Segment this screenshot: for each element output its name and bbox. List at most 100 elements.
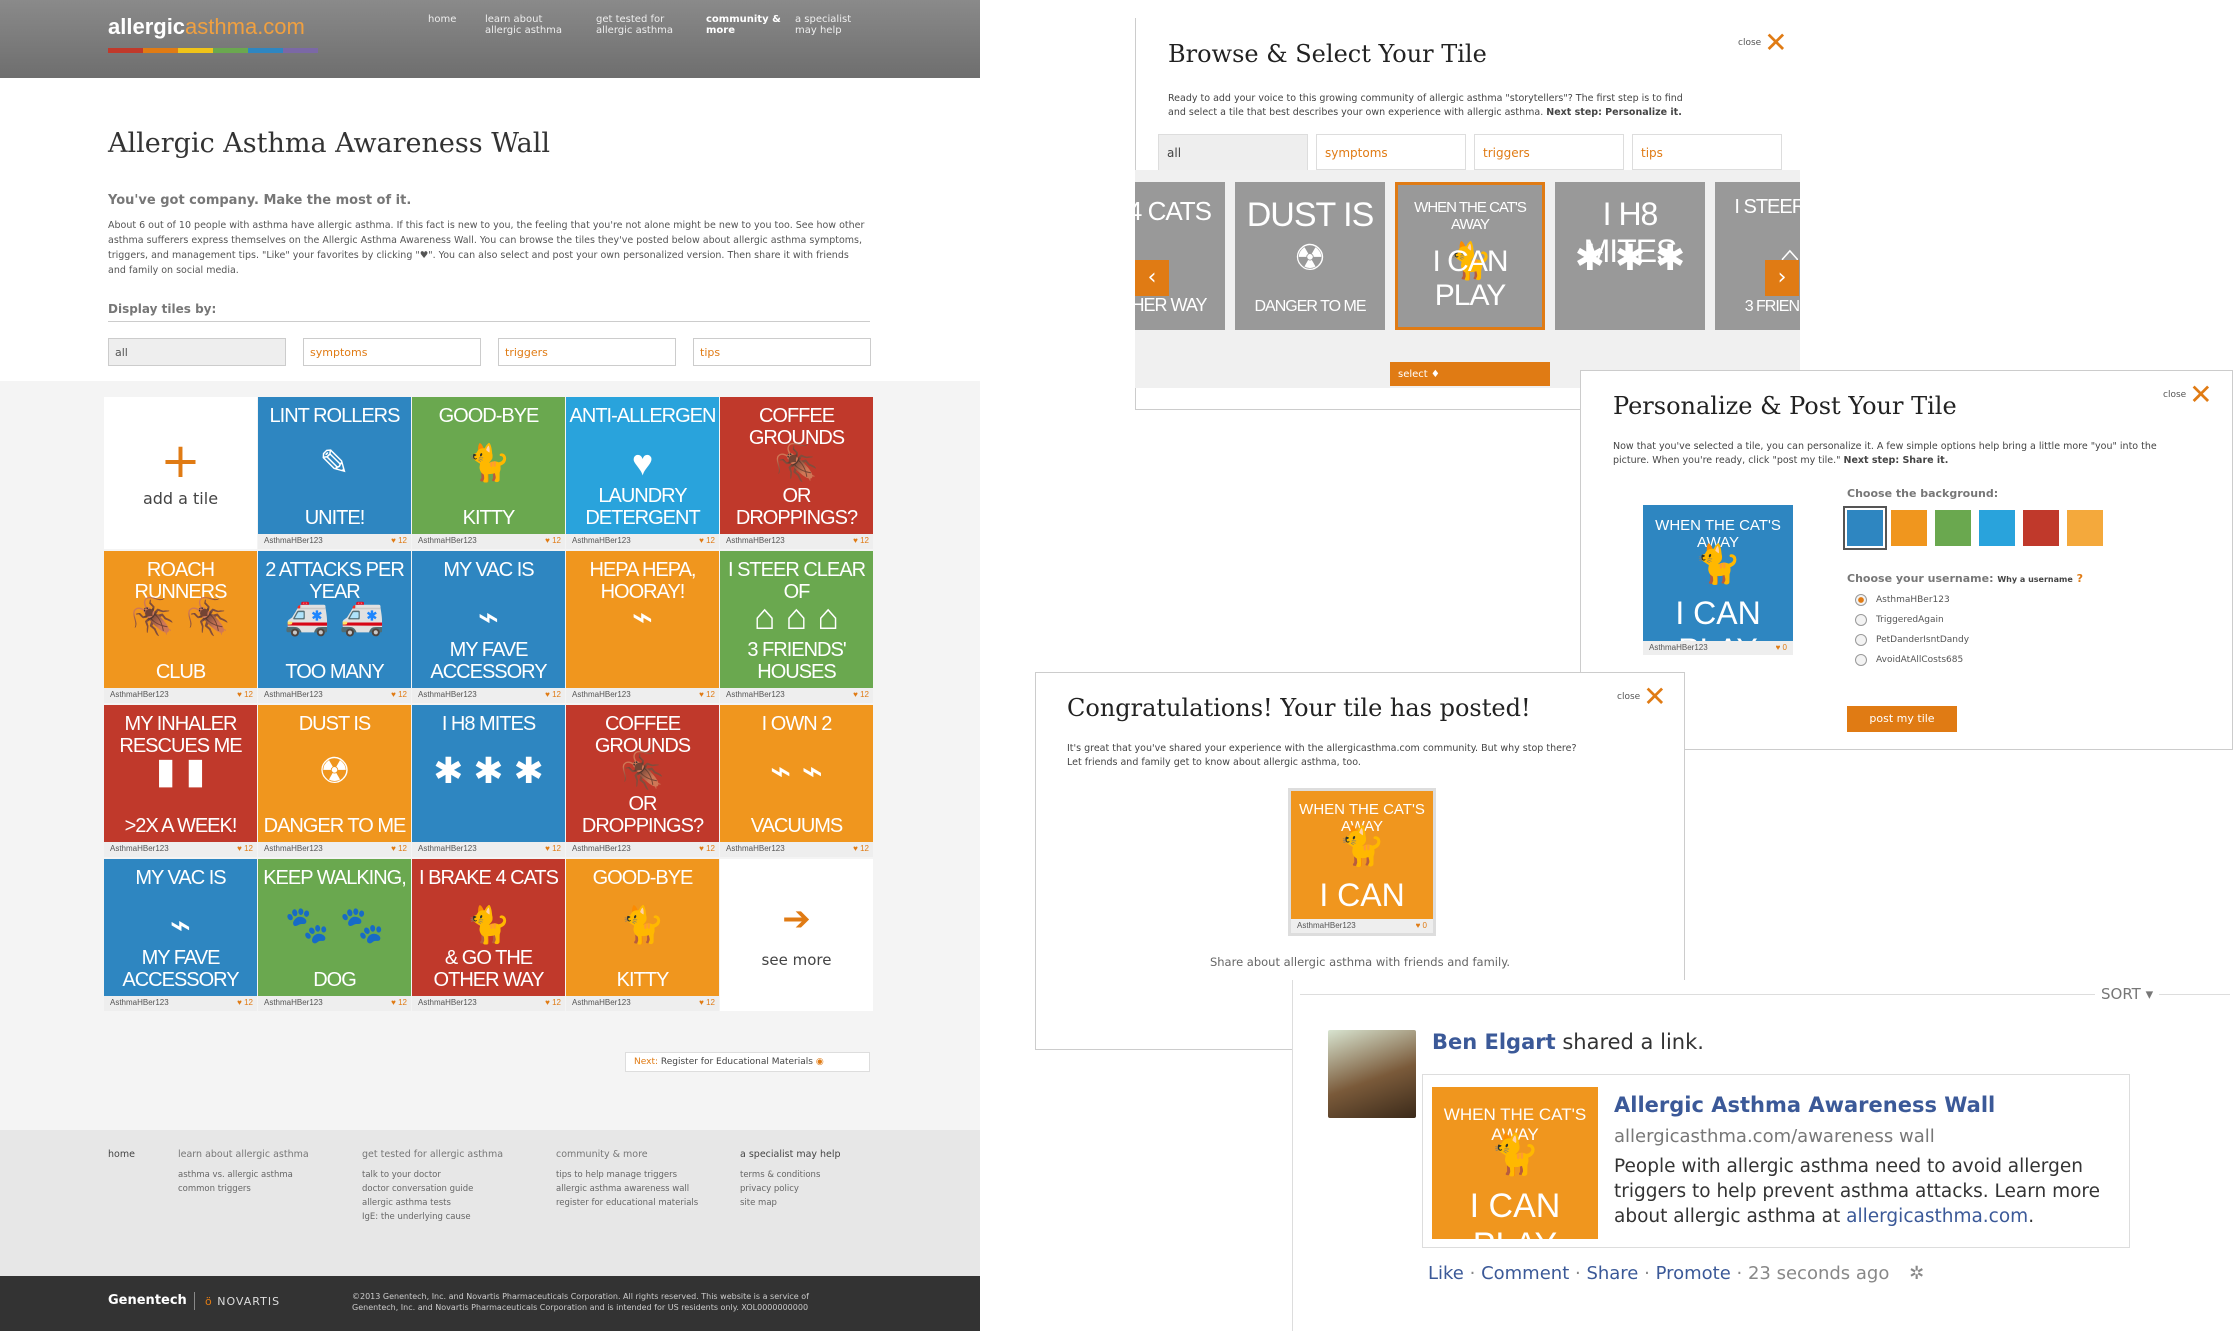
- footer-link[interactable]: talk to your doctor: [362, 1168, 503, 1182]
- background-swatch-amber[interactable]: [2067, 510, 2103, 546]
- like-link[interactable]: Like: [1428, 1263, 1464, 1284]
- username-radio[interactable]: [1855, 614, 1867, 626]
- like-button[interactable]: ♥ 12: [391, 844, 407, 853]
- background-swatch-green[interactable]: [1935, 510, 1971, 546]
- like-button[interactable]: ♥ 12: [699, 998, 715, 1007]
- settings-icon[interactable]: ✲: [1909, 1263, 1924, 1284]
- filter-triggers[interactable]: triggers: [498, 338, 676, 366]
- like-button[interactable]: ♥ 12: [699, 690, 715, 699]
- carousel-next-button[interactable]: ›: [1765, 260, 1799, 296]
- footer-link[interactable]: asthma vs. allergic asthma: [178, 1168, 309, 1182]
- background-swatch-blue[interactable]: [1843, 506, 1887, 550]
- link-card-thumbnail[interactable]: WHEN THE CAT'S AWAY 🐈 I CAN PLAY: [1432, 1087, 1598, 1239]
- allergicasthma-link[interactable]: allergicasthma.com: [1846, 1206, 2028, 1227]
- footer-learn-heading[interactable]: learn about allergic asthma: [178, 1148, 309, 1162]
- wall-tile[interactable]: DUST IS ☢ DANGER TO ME AsthmaHBer123 ♥ 12: [258, 705, 411, 857]
- share-link[interactable]: Share: [1586, 1263, 1638, 1284]
- wall-tile[interactable]: HEPA HEPA, HOORAY! ⌁ AsthmaHBer123 ♥ 12: [566, 551, 719, 703]
- promote-link[interactable]: Promote: [1656, 1263, 1731, 1284]
- footer-link[interactable]: privacy policy: [740, 1182, 841, 1196]
- post-my-tile-button[interactable]: post my tile: [1847, 706, 1957, 732]
- filter-all[interactable]: all: [108, 338, 286, 366]
- browse-tab-tips[interactable]: tips: [1632, 134, 1782, 170]
- background-swatch-orange[interactable]: [1891, 510, 1927, 546]
- why-username-link[interactable]: Why a username: [1997, 575, 2072, 584]
- wall-tile[interactable]: ROACH RUNNERS 🪳 🪳 CLUB AsthmaHBer123 ♥ 12: [104, 551, 257, 703]
- background-swatch-sky[interactable]: [1979, 510, 2015, 546]
- like-button[interactable]: ♥ 12: [545, 536, 561, 545]
- footer-link[interactable]: IgE: the underlying cause: [362, 1210, 503, 1224]
- carousel-prev-button[interactable]: ‹: [1135, 260, 1169, 296]
- background-swatch-red[interactable]: [2023, 510, 2059, 546]
- congrats-close-button[interactable]: close ✕: [1617, 680, 1667, 713]
- add-tile-button[interactable]: + add a tile: [104, 397, 257, 549]
- like-button[interactable]: ♥ 12: [391, 536, 407, 545]
- username-radio[interactable]: [1855, 594, 1867, 606]
- like-button[interactable]: ♥ 12: [699, 536, 715, 545]
- wall-tile[interactable]: MY VAC IS ⌁ MY FAVE ACCESSORY AsthmaHBer123…: [104, 859, 257, 1011]
- next-register-link[interactable]: Next: Register for Educational Materials…: [625, 1052, 870, 1072]
- link-card-title[interactable]: Allergic Asthma Awareness Wall: [1614, 1093, 1995, 1117]
- like-button[interactable]: ♥ 12: [391, 998, 407, 1007]
- carousel-tile[interactable]: I STEER CLE ⌂ 3 FRIENDS' H: [1715, 182, 1800, 330]
- carousel-tile-selected[interactable]: WHEN THE CAT'S AWAY 🐈 I CAN PLAY: [1395, 182, 1545, 330]
- footer-tested-heading[interactable]: get tested for allergic asthma: [362, 1148, 503, 1162]
- footer-link[interactable]: terms & conditions: [740, 1168, 841, 1182]
- footer-link[interactable]: doctor conversation guide: [362, 1182, 503, 1196]
- nav-community[interactable]: community & more: [706, 14, 786, 36]
- wall-tile[interactable]: COFFEE GROUNDS 🪳 OR DROPPINGS? AsthmaHBer12…: [720, 397, 873, 549]
- wall-tile[interactable]: COFFEE GROUNDS 🪳 OR DROPPINGS? AsthmaHBer12…: [566, 705, 719, 857]
- browse-tab-triggers[interactable]: triggers: [1474, 134, 1624, 170]
- browse-close-button[interactable]: close ✕: [1738, 26, 1788, 59]
- wall-tile[interactable]: ANTI-ALLERGEN ♥ LAUNDRY DETERGENT AsthmaHBe…: [566, 397, 719, 549]
- wall-tile[interactable]: LINT ROLLERS ✎ UNITE! AsthmaHBer123 ♥ 12: [258, 397, 411, 549]
- footer-link[interactable]: allergic asthma awareness wall: [556, 1182, 698, 1196]
- see-more-button[interactable]: ➔ see more: [720, 859, 873, 1011]
- carousel-tile[interactable]: I H8 MITES ✱ ✱ ✱: [1555, 182, 1705, 330]
- comment-link[interactable]: Comment: [1481, 1263, 1569, 1284]
- site-logo[interactable]: allergicasthma.com: [108, 14, 305, 40]
- wall-tile[interactable]: 2 ATTACKS PER YEAR 🚑 🚑 TOO MANY AsthmaHBer1…: [258, 551, 411, 703]
- nav-learn[interactable]: learn about allergic asthma: [485, 14, 565, 36]
- select-tile-button[interactable]: select ♦: [1390, 362, 1550, 386]
- carousel-tile[interactable]: KE 4 CATS E OTHER WAY: [1135, 182, 1225, 330]
- avatar[interactable]: [1328, 1030, 1416, 1118]
- like-button[interactable]: ♥ 12: [699, 844, 715, 853]
- like-button[interactable]: ♥ 12: [545, 690, 561, 699]
- wall-tile[interactable]: KEEP WALKING, 🐾 🐾 DOG AsthmaHBer123 ♥ 12: [258, 859, 411, 1011]
- personalize-close-button[interactable]: close ✕: [2163, 378, 2213, 411]
- like-button[interactable]: ♥ 12: [853, 536, 869, 545]
- wall-tile[interactable]: I BRAKE 4 CATS 🐈 & GO THE OTHER WAY AsthmaH…: [412, 859, 565, 1011]
- browse-tab-symptoms[interactable]: symptoms: [1316, 134, 1466, 170]
- carousel-tile[interactable]: DUST IS ☢ DANGER TO ME: [1235, 182, 1385, 330]
- like-button[interactable]: ♥ 12: [545, 998, 561, 1007]
- nav-specialist[interactable]: a specialist may help: [795, 14, 875, 36]
- footer-link[interactable]: site map: [740, 1196, 841, 1210]
- wall-tile[interactable]: I OWN 2 ⌁ ⌁ VACUUMS AsthmaHBer123 ♥ 12: [720, 705, 873, 857]
- username-radio[interactable]: [1855, 654, 1867, 666]
- like-button[interactable]: ♥ 12: [545, 844, 561, 853]
- browse-tab-all[interactable]: all: [1158, 134, 1308, 170]
- wall-tile[interactable]: GOOD-BYE 🐈 KITTY AsthmaHBer123 ♥ 12: [412, 397, 565, 549]
- wall-tile[interactable]: MY VAC IS ⌁ MY FAVE ACCESSORY AsthmaHBer123…: [412, 551, 565, 703]
- footer-specialist-heading[interactable]: a specialist may help: [740, 1148, 841, 1162]
- wall-tile[interactable]: I H8 MITES ✱ ✱ ✱ AsthmaHBer123 ♥ 12: [412, 705, 565, 857]
- user-name-link[interactable]: Ben Elgart: [1432, 1030, 1556, 1054]
- footer-link[interactable]: tips to help manage triggers: [556, 1168, 698, 1182]
- sort-dropdown[interactable]: SORT ▾: [2095, 985, 2160, 1003]
- footer-link[interactable]: allergic asthma tests: [362, 1196, 503, 1210]
- filter-tips[interactable]: tips: [693, 338, 871, 366]
- username-radio[interactable]: [1855, 634, 1867, 646]
- wall-tile[interactable]: MY INHALER RESCUES ME ▮ ▮ >2X A WEEK! Asthm…: [104, 705, 257, 857]
- like-button[interactable]: ♥ 12: [853, 844, 869, 853]
- filter-symptoms[interactable]: symptoms: [303, 338, 481, 366]
- footer-link[interactable]: common triggers: [178, 1182, 309, 1196]
- wall-tile[interactable]: GOOD-BYE 🐈 KITTY AsthmaHBer123 ♥ 12: [566, 859, 719, 1011]
- footer-community-heading[interactable]: community & more: [556, 1148, 698, 1162]
- like-button[interactable]: ♥ 12: [853, 690, 869, 699]
- like-button[interactable]: ♥ 12: [237, 998, 253, 1007]
- footer-link[interactable]: register for educational materials: [556, 1196, 698, 1210]
- like-button[interactable]: ♥ 12: [237, 690, 253, 699]
- help-icon[interactable]: ?: [2077, 572, 2083, 585]
- wall-tile[interactable]: I STEER CLEAR OF ⌂ ⌂ ⌂ 3 FRIENDS' HOUSES As…: [720, 551, 873, 703]
